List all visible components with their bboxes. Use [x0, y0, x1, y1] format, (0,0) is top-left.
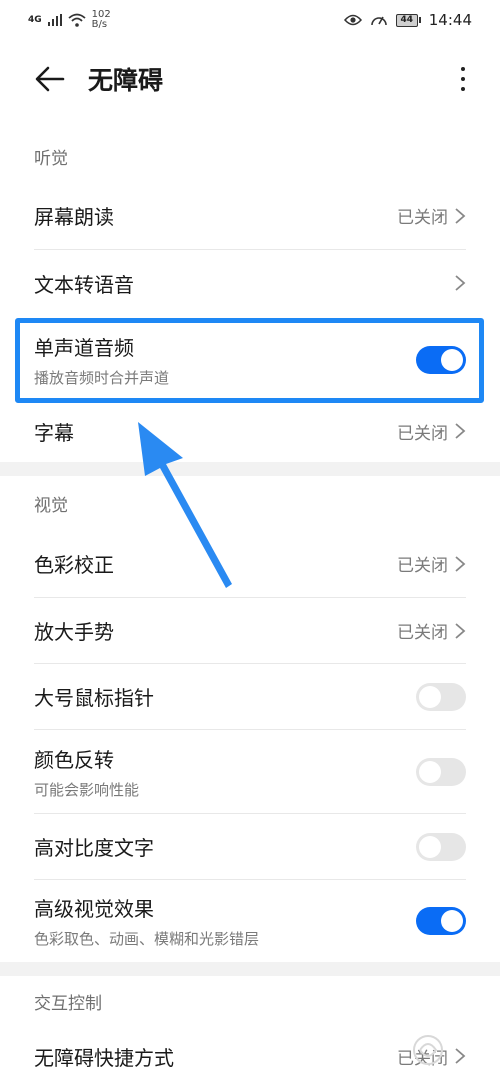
- row-advanced-effects[interactable]: 高级视觉效果 色彩取色、动画、模糊和光影错层: [34, 880, 466, 962]
- chevron-right-icon: [455, 207, 466, 224]
- clock: 14:44: [428, 11, 472, 29]
- large-pointer-toggle[interactable]: [416, 682, 466, 711]
- row-title: 高对比度文字: [34, 836, 154, 860]
- row-subtitle: 可能会影响性能: [34, 780, 140, 799]
- network-type: 4G: [28, 15, 42, 25]
- row-title: 放大手势: [34, 620, 114, 644]
- signal-icon: [47, 14, 62, 26]
- chevron-right-icon: [455, 423, 466, 439]
- row-title: 色彩校正: [34, 553, 114, 577]
- row-status: 已关闭: [397, 556, 448, 576]
- color-inversion-toggle[interactable]: [416, 757, 466, 786]
- chevron-right-icon: [455, 555, 466, 572]
- app-bar: 无障碍: [0, 40, 500, 118]
- more-dot-icon: [461, 77, 465, 81]
- section-gap: [0, 962, 500, 976]
- row-title: 高级视觉效果: [34, 897, 154, 921]
- row-status: 已关闭: [397, 623, 448, 643]
- more-options-button[interactable]: [448, 59, 478, 99]
- section-header-interaction: 交互控制: [34, 994, 102, 1014]
- chevron-right-icon: [455, 622, 466, 639]
- highlight-box: [15, 318, 484, 403]
- advanced-effects-toggle[interactable]: [416, 907, 466, 935]
- section-gap: [0, 462, 500, 476]
- high-contrast-toggle[interactable]: [416, 832, 466, 861]
- speedometer-icon: [370, 16, 387, 26]
- row-subtitle: 色彩取色、动画、模糊和光影错层: [34, 930, 260, 948]
- row-title: 无障碍快捷方式: [34, 1045, 174, 1070]
- section-header-hearing: 听觉: [34, 149, 68, 169]
- status-bar: 4G 102 B/s 44 14:44: [0, 0, 500, 40]
- section-header-vision: 视觉: [34, 496, 68, 516]
- watermark-logo-icon: [413, 1035, 443, 1065]
- row-magnification[interactable]: 放大手势 已关闭: [34, 598, 466, 664]
- more-dot-icon: [461, 67, 465, 71]
- status-right: 44 14:44: [343, 11, 472, 29]
- row-color-correction[interactable]: 色彩校正 已关闭: [34, 530, 466, 598]
- page-title: 无障碍: [88, 66, 164, 95]
- row-high-contrast[interactable]: 高对比度文字: [34, 814, 466, 880]
- more-dot-icon: [461, 87, 465, 91]
- back-arrow-icon: [35, 66, 65, 92]
- row-title: 屏幕朗读: [34, 205, 114, 229]
- network-speed: 102 B/s: [92, 10, 111, 30]
- row-color-inversion[interactable]: 颜色反转 可能会影响性能: [34, 730, 466, 814]
- row-title: 文本转语音: [34, 272, 134, 297]
- row-screen-reader[interactable]: 屏幕朗读 已关闭: [34, 182, 466, 250]
- row-title: 大号鼠标指针: [34, 686, 154, 710]
- battery-level: 44: [395, 13, 418, 27]
- row-large-pointer[interactable]: 大号鼠标指针: [34, 664, 466, 730]
- back-button[interactable]: [30, 59, 70, 99]
- row-text-to-speech[interactable]: 文本转语音: [34, 250, 466, 316]
- battery-icon: 44: [395, 13, 421, 27]
- speed-unit: B/s: [91, 19, 108, 30]
- row-captions[interactable]: 字幕 已关闭: [34, 400, 466, 462]
- status-left: 4G 102 B/s: [28, 10, 111, 30]
- row-title: 字幕: [34, 420, 74, 445]
- row-status: 已关闭: [397, 208, 448, 228]
- row-title: 颜色反转: [34, 747, 114, 772]
- wifi-icon: [68, 13, 86, 27]
- eye-icon: [343, 14, 362, 26]
- chevron-right-icon: [455, 275, 466, 291]
- row-status: 已关闭: [397, 423, 448, 444]
